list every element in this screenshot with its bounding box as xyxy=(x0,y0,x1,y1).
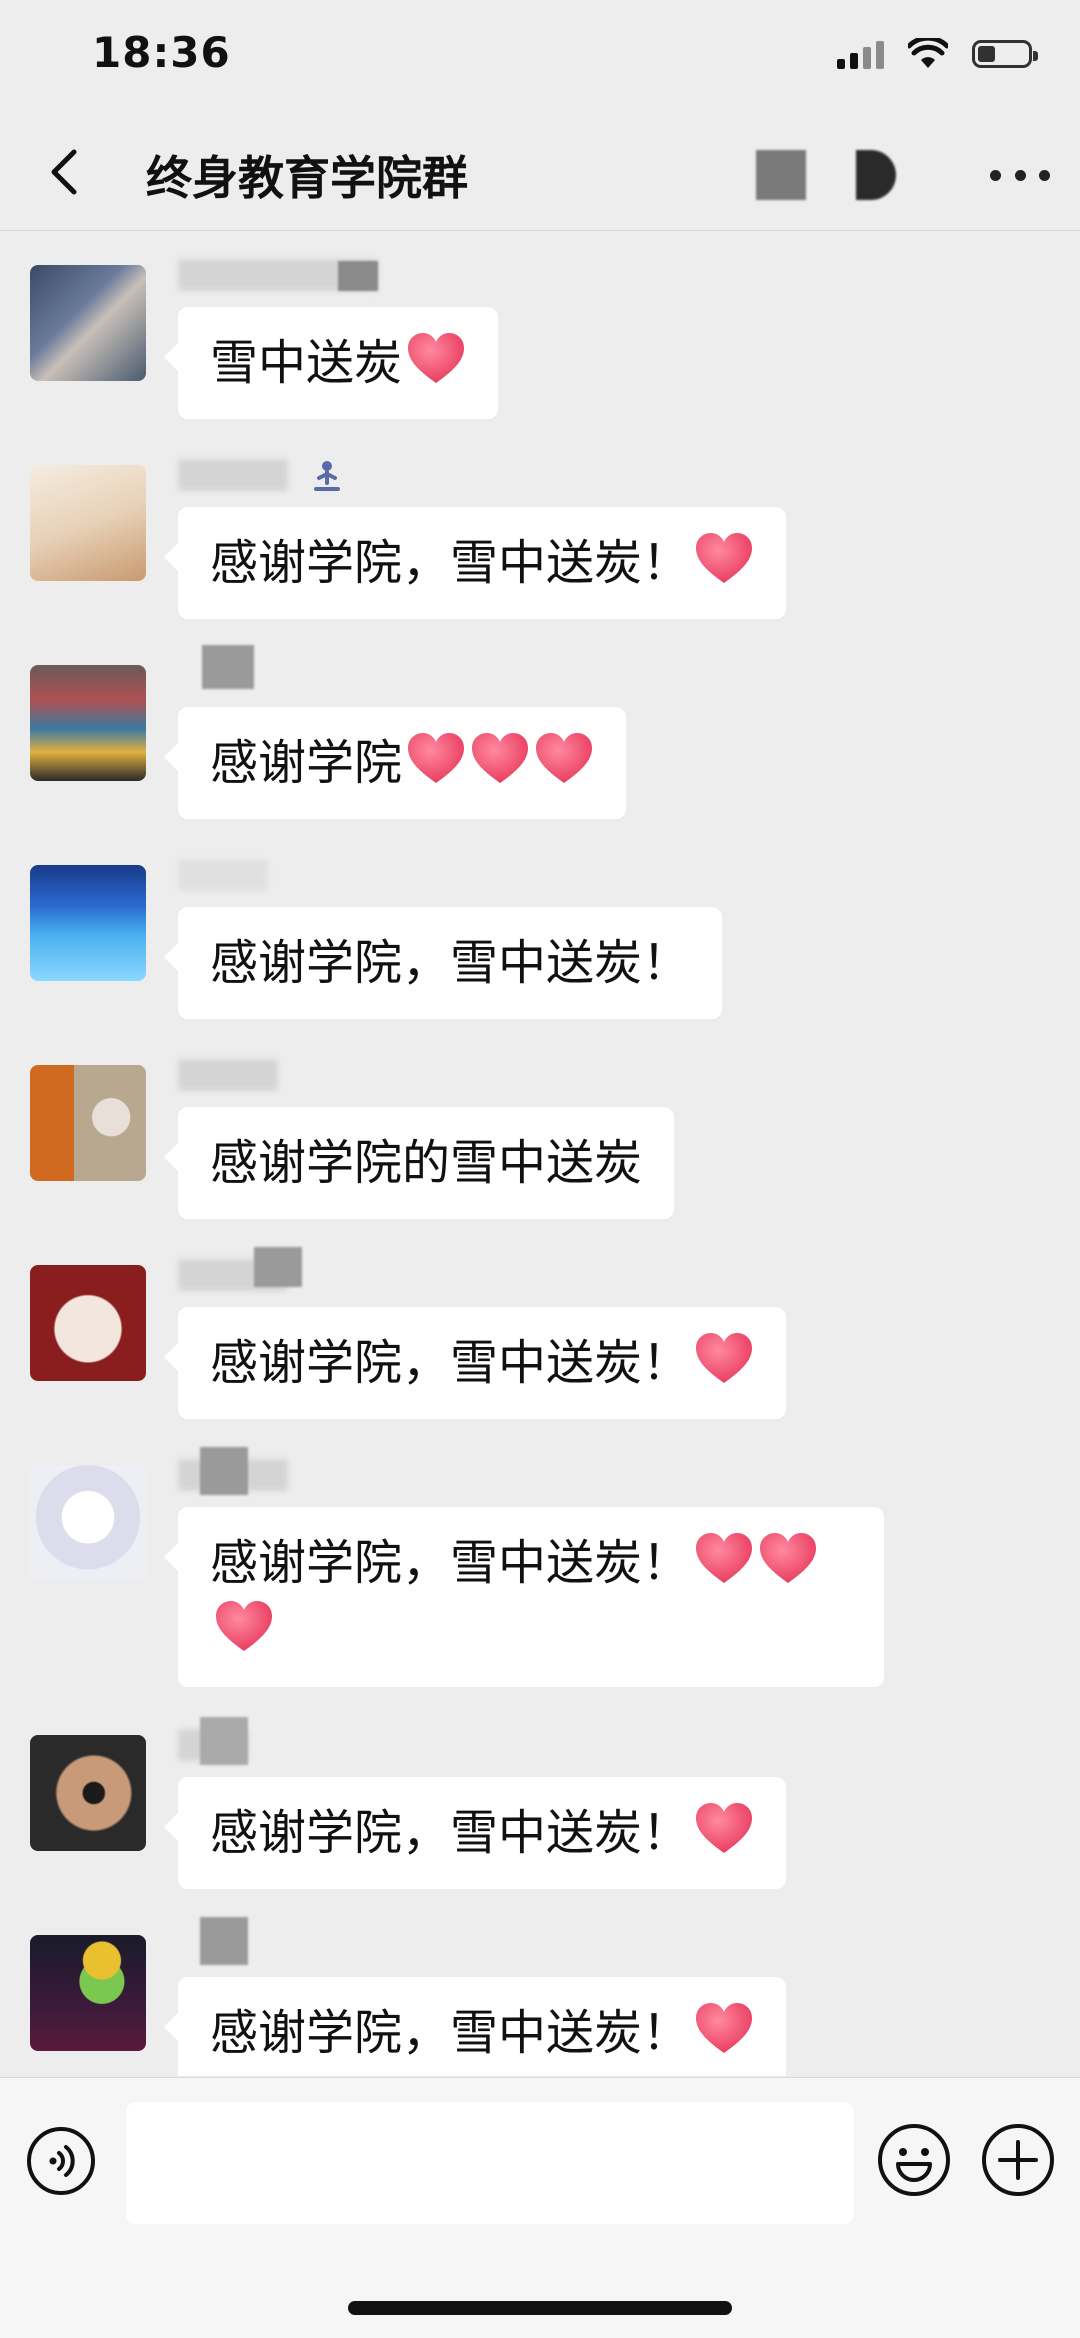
message-text: 感谢学院，雪中送炭！ xyxy=(210,1535,691,1591)
message-bubble[interactable]: 感谢学院 xyxy=(163,707,627,819)
sender-name xyxy=(178,455,398,495)
message-text: 感谢学院，雪中送炭！ xyxy=(210,2005,691,2061)
heart-emoji-icon xyxy=(696,1333,753,1383)
heart-emoji-icon xyxy=(472,733,529,783)
emoji-icon[interactable] xyxy=(876,2122,952,2198)
message-bubble[interactable]: 感谢学院，雪中送炭！ xyxy=(163,507,787,619)
avatar[interactable] xyxy=(30,265,146,381)
heart-emoji-icon xyxy=(696,1803,753,1853)
message-bubble[interactable]: 感谢学院，雪中送炭！ xyxy=(163,1777,787,1889)
message-bubble[interactable]: 感谢学院的雪中送炭 xyxy=(163,1107,675,1219)
message-text: 感谢学院，雪中送炭！ xyxy=(210,935,691,991)
heart-emoji-icon xyxy=(536,733,593,783)
avatar[interactable] xyxy=(30,1735,146,1851)
sender-name xyxy=(178,1715,398,1765)
status-icons xyxy=(837,38,1038,70)
avatar[interactable] xyxy=(30,1265,146,1381)
sender-name xyxy=(178,1245,398,1291)
sender-name xyxy=(178,1915,398,1965)
sender-name xyxy=(178,645,398,689)
message-text: 感谢学院，雪中送炭！ xyxy=(210,1805,691,1861)
heart-emoji-icon xyxy=(216,1601,272,1651)
message-bubble[interactable]: 感谢学院，雪中送炭！ xyxy=(163,907,723,1019)
sender-name xyxy=(178,1055,398,1095)
avatar[interactable] xyxy=(30,1065,146,1181)
nav-bar: 终身教育学院群 xyxy=(0,120,1080,231)
meditation-icon xyxy=(314,461,340,491)
heart-emoji-icon xyxy=(696,533,753,583)
chevron-left-icon[interactable] xyxy=(36,142,96,202)
message-bubble[interactable]: 感谢学院，雪中送炭！ xyxy=(163,1977,787,2076)
sender-name xyxy=(178,855,398,895)
redacted-block xyxy=(756,150,806,200)
message-input[interactable] xyxy=(126,2102,854,2224)
avatar[interactable] xyxy=(30,665,146,781)
avatar[interactable] xyxy=(30,1935,146,2051)
message-text: 感谢学院，雪中送炭！ xyxy=(210,1335,691,1391)
message-text: 感谢学院的雪中送炭 xyxy=(210,1135,643,1191)
heart-emoji-icon xyxy=(696,2003,753,2053)
message-bubble[interactable]: 雪中送炭 xyxy=(163,307,499,419)
heart-emoji-icon xyxy=(760,1533,817,1583)
sender-name xyxy=(178,1445,398,1495)
message-list[interactable]: 雪中送炭 感谢学院，雪中送炭！ 感谢学院 感谢学院，雪中送炭！ 感谢学院的雪中送… xyxy=(0,231,1080,2076)
message-text: 雪中送炭 xyxy=(210,335,403,391)
chat-title: 终身教育学院群 xyxy=(146,151,468,205)
message-text: 感谢学院 xyxy=(210,735,403,791)
status-bar: 18:36 xyxy=(0,0,1080,120)
avatar[interactable] xyxy=(30,865,146,981)
avatar[interactable] xyxy=(30,465,146,581)
status-time: 18:36 xyxy=(92,28,231,77)
heart-emoji-icon xyxy=(696,1533,753,1583)
more-dots-icon[interactable] xyxy=(990,150,1050,200)
input-bar xyxy=(0,2077,1080,2338)
home-indicator[interactable] xyxy=(348,2301,732,2315)
redacted-block xyxy=(856,150,896,200)
wifi-icon xyxy=(908,38,948,68)
heart-emoji-icon xyxy=(408,333,465,383)
avatar[interactable] xyxy=(30,1465,146,1581)
sender-name xyxy=(178,255,398,295)
message-bubble[interactable]: 感谢学院，雪中送炭！ xyxy=(163,1307,787,1419)
cellular-signal-icon xyxy=(837,39,884,69)
message-bubble[interactable]: 感谢学院，雪中送炭！ xyxy=(164,1507,884,1687)
heart-emoji-icon xyxy=(408,733,465,783)
battery-icon xyxy=(972,40,1038,68)
message-text: 感谢学院，雪中送炭！ xyxy=(210,535,691,591)
voice-icon[interactable] xyxy=(26,2126,96,2196)
plus-icon[interactable] xyxy=(980,2122,1056,2198)
